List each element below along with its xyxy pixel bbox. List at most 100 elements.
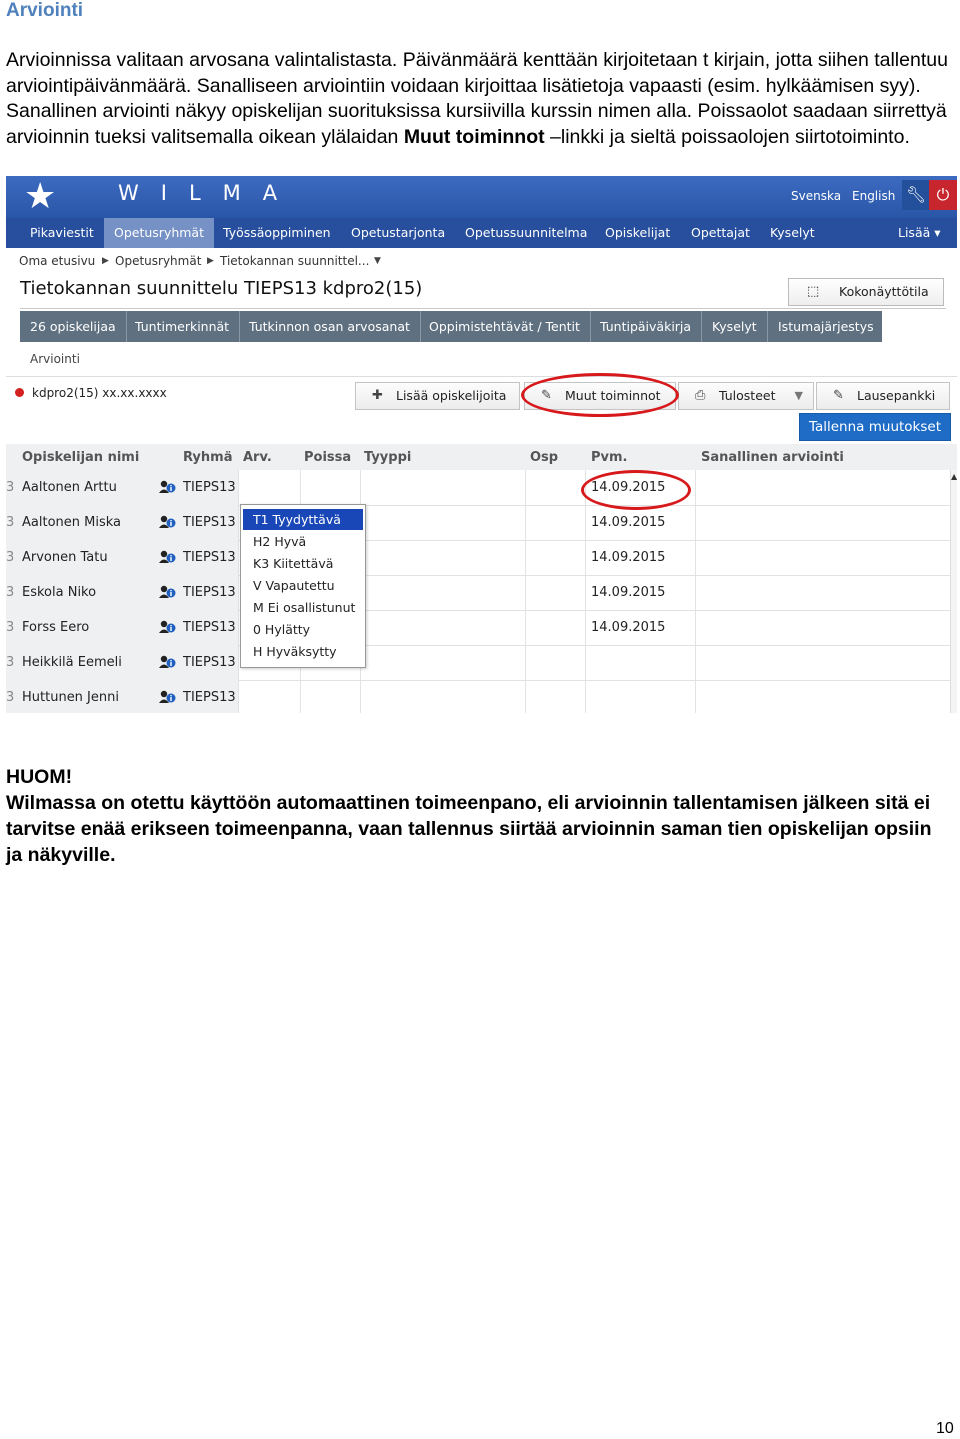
table-row[interactable]: 3 Eskola Niko TIEPS13 14.09.2015 [6,575,950,611]
power-icon[interactable]: ⏻ [929,180,957,210]
grade-option[interactable]: K3 Kiitettävä [243,553,363,574]
tab-assignments[interactable]: Oppimistehtävät / Tentit [419,311,591,342]
student-name[interactable]: Forss Eero [22,620,89,635]
table-row[interactable]: 3 Arvonen Tatu TIEPS13 14.09.2015 [6,540,950,576]
nav-item-opetussuunnitelma[interactable]: Opetussuunnitelma [455,218,597,248]
add-students-label: Lisää opiskelijoita [396,388,507,403]
note-block: HUOM! Wilmassa on otettu käyttöön automa… [6,764,952,868]
col-absent[interactable]: Poissa [304,450,351,465]
col-grade[interactable]: Arv. [243,450,272,465]
add-students-button[interactable]: ✚ Lisää opiskelijoita [355,382,520,410]
student-name[interactable]: Aaltonen Arttu [22,480,117,495]
col-name[interactable]: Opiskelijan nimi [22,450,139,465]
nav-item-pikaviestit[interactable]: Pikaviestit [20,218,104,248]
grade-date[interactable]: 14.09.2015 [591,515,665,530]
scroll-up-icon[interactable]: ▲ [951,472,957,481]
phrase-bank-label: Lausepankki [857,388,936,403]
student-name[interactable]: Heikkilä Eemeli [22,655,122,670]
caret-down-icon[interactable]: ▼ [374,256,381,266]
prints-button[interactable]: ⎙ Tulosteet ▼ [678,382,814,410]
student-name[interactable]: Eskola Niko [22,585,96,600]
student-group: TIEPS13 [183,655,236,670]
nav-item-opetusryhmat[interactable]: Opetusryhmät [104,218,214,248]
wilma-screenshot: ★ WILMA Svenska English 🔧︎ ⏻ Pikaviestit… [6,176,957,713]
tab-time-entries[interactable]: Tuntimerkinnät [125,311,241,342]
student-name[interactable]: Huttunen Jenni [22,690,119,705]
breadcrumb-arrow-icon: ▶ [102,256,109,266]
note-text: Wilmassa on otettu käyttöön automaattine… [6,792,932,866]
row-number: 3 [6,690,15,705]
grade-option[interactable]: M Ei osallistunut [243,597,363,618]
row-number: 3 [6,655,15,670]
grade-option[interactable]: H Hyväksytty [243,641,363,662]
student-info-icon[interactable] [158,583,176,601]
nav-item-lisaa[interactable]: Lisää ▾ [888,218,951,248]
grade-option[interactable]: V Vapautettu [243,575,363,596]
nav-item-tyossaoppiminen[interactable]: Työssäoppiminen [213,218,341,248]
student-group: TIEPS13 [183,480,236,495]
col-group[interactable]: Ryhmä [183,450,232,465]
student-info-icon[interactable] [158,618,176,636]
col-date[interactable]: Pvm. [591,450,628,465]
grade-option[interactable]: 0 Hylätty [243,619,363,640]
printer-icon: ⎙ [695,388,706,403]
tab-lesson-diary[interactable]: Tuntipäiväkirja [590,311,703,342]
plus-icon: ✚ [372,388,383,403]
student-info-icon[interactable] [158,513,176,531]
nav-item-opiskelijat[interactable]: Opiskelijat [595,218,680,248]
student-info-icon[interactable] [158,478,176,496]
student-info-icon[interactable] [158,688,176,706]
student-info-icon[interactable] [158,653,176,671]
col-osp[interactable]: Osp [530,450,558,465]
breadcrumb-item-home[interactable]: Oma etusivu [19,254,95,268]
table-row[interactable]: 3 Heikkilä Eemeli TIEPS13 [6,645,950,681]
breadcrumb-item-groups[interactable]: Opetusryhmät [115,254,201,268]
fullscreen-button[interactable]: ⬚ Kokonäyttötila [788,278,944,306]
star-logo-icon: ★ [24,176,57,217]
phrase-bank-button[interactable]: ✎ Lausepankki [816,382,950,410]
subtab-divider [6,376,957,377]
table-row[interactable]: 3 Aaltonen Miska TIEPS13 14.09.2015 [6,505,950,541]
fullscreen-icon: ⬚ [807,284,820,299]
save-changes-button[interactable]: Tallenna muutokset [799,413,951,441]
row-number: 3 [6,620,15,635]
grade-dropdown[interactable]: T1 Tyydyttävä H2 Hyvä K3 Kiitettävä V Va… [240,504,366,668]
subtab-arviointi[interactable]: Arviointi [30,352,80,366]
table-row[interactable]: 3 Forss Eero TIEPS13 14.09.2015 [6,610,950,646]
wrench-icon[interactable]: 🔧︎ [902,180,930,210]
tab-students[interactable]: 26 opiskelijaa [20,311,127,342]
grade-date[interactable]: 14.09.2015 [591,550,665,565]
grade-date[interactable]: 14.09.2015 [591,585,665,600]
row-number: 3 [6,480,15,495]
table-scrollbar[interactable]: ▲ [950,470,957,713]
record-dot-icon [15,388,24,397]
page-title: Arviointi [6,0,84,21]
highlight-ring-date [581,470,691,510]
breadcrumb-item-course[interactable]: Tietokannan suunnittel... [220,254,369,268]
intro-paragraph: Arvioinnissa valitaan arvosana valintali… [6,48,952,150]
student-info-icon[interactable] [158,548,176,566]
table-row[interactable]: 3 Huttunen Jenni TIEPS13 [6,680,950,713]
student-name[interactable]: Aaltonen Miska [22,515,121,530]
grade-option[interactable]: T1 Tyydyttävä [243,509,363,530]
grade-option[interactable]: H2 Hyvä [243,531,363,552]
student-name[interactable]: Arvonen Tatu [22,550,108,565]
tab-surveys[interactable]: Kyselyt [702,311,768,342]
nav-item-kyselyt[interactable]: Kyselyt [760,218,825,248]
tab-grades[interactable]: Tutkinnon osan arvosanat [239,311,421,342]
nav-item-opettajat[interactable]: Opettajat [681,218,760,248]
caret-down-icon: ▾ [934,225,941,240]
student-group: TIEPS13 [183,690,236,705]
grade-date[interactable]: 14.09.2015 [591,620,665,635]
tab-seating[interactable]: Istumajärjestys [768,311,884,342]
table-header: Opiskelijan nimi Ryhmä Arv. Poissa Tyypp… [6,444,957,470]
lang-svenska-link[interactable]: Svenska [791,189,841,203]
table-row[interactable]: 3 Aaltonen Arttu TIEPS13 14.09.2015 [6,470,950,506]
student-group: TIEPS13 [183,550,236,565]
col-verbal[interactable]: Sanallinen arviointi [701,450,844,465]
col-type[interactable]: Tyyppi [364,450,411,465]
intro-bold-text: Muut toiminnot [403,125,545,148]
page-number: 10 [936,1420,954,1437]
nav-item-opetustarjonta[interactable]: Opetustarjonta [341,218,455,248]
lang-english-link[interactable]: English [852,189,895,203]
